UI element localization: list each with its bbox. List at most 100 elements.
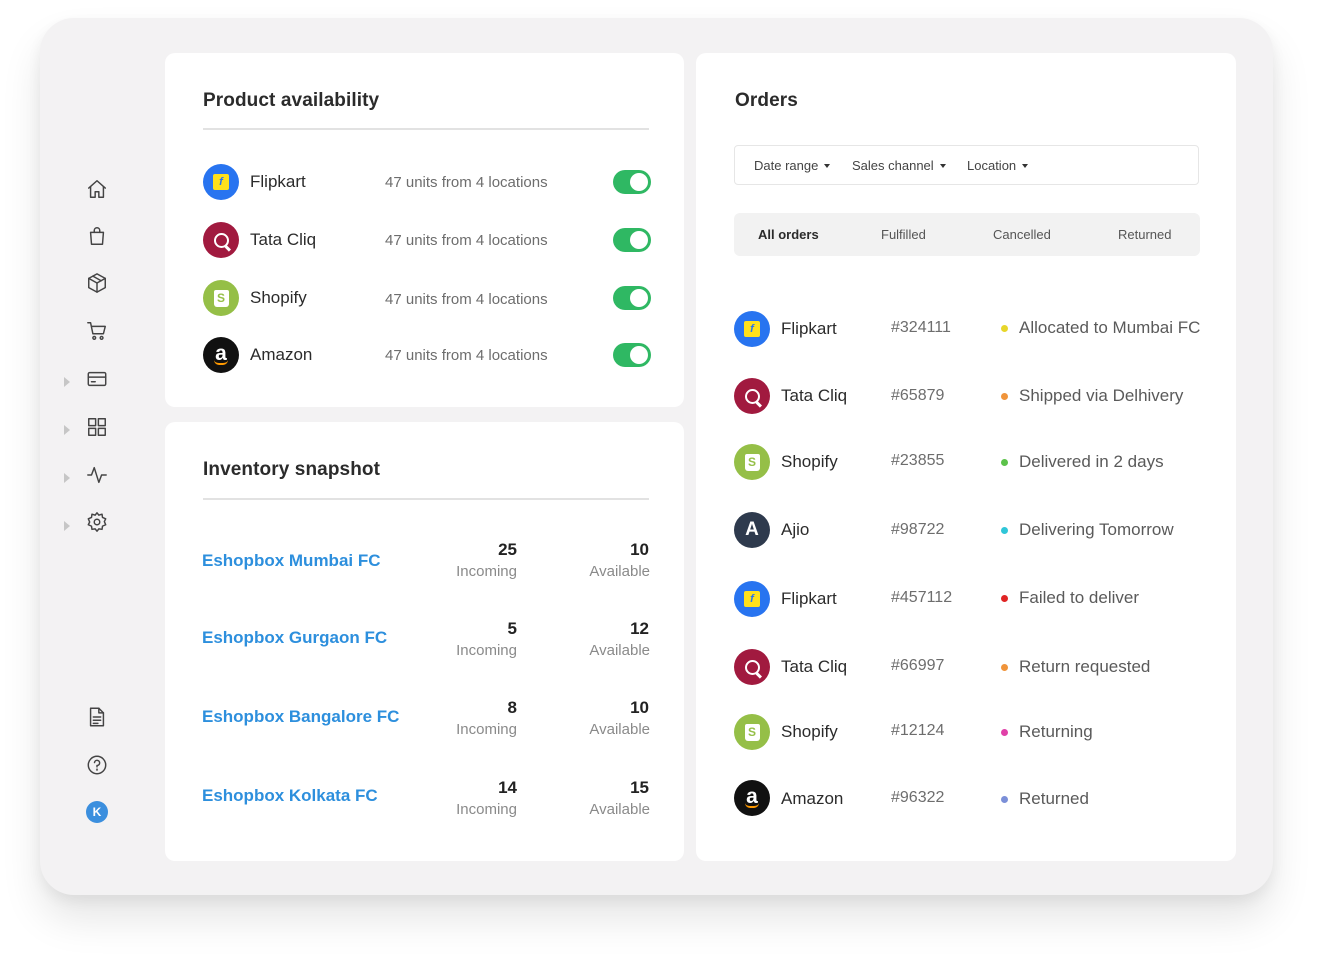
cart-icon[interactable] <box>84 318 110 344</box>
tab-cancelled[interactable]: Cancelled <box>993 227 1051 242</box>
status-dot <box>1001 663 1008 671</box>
order-id: #96322 <box>891 789 945 806</box>
tata-cliq-logo-icon <box>734 378 770 414</box>
flipkart-logo-icon: f <box>734 581 770 617</box>
location-link[interactable]: Eshopbox Kolkata FC <box>202 786 378 806</box>
available-count: 12 <box>630 619 649 638</box>
grid-icon[interactable] <box>84 414 110 440</box>
units-text: 47 units from 4 locations <box>385 232 548 249</box>
order-status: Allocated to Mumbai FC <box>1001 318 1200 338</box>
incoming-count: 8 <box>507 698 517 717</box>
channel-name: Tata Cliq <box>250 230 317 249</box>
document-icon[interactable] <box>84 704 110 730</box>
order-status: Returned <box>1001 789 1089 809</box>
divider <box>203 128 649 130</box>
available-label: Available <box>589 721 650 738</box>
order-status: Returning <box>1001 722 1093 742</box>
status-dot <box>1001 392 1008 400</box>
card-icon[interactable] <box>84 366 110 392</box>
orders-card: Orders Date range Sales channel Location… <box>696 53 1236 861</box>
card-title: Orders <box>735 90 798 111</box>
order-id: #457112 <box>891 589 953 606</box>
expand-caret-icon[interactable] <box>63 422 71 435</box>
card-title: Product availability <box>203 90 380 111</box>
tab-fulfilled[interactable]: Fulfilled <box>881 227 926 242</box>
status-text: Allocated to Mumbai FC <box>1019 318 1201 337</box>
home-icon[interactable] <box>84 176 110 202</box>
order-id: #65879 <box>891 387 945 404</box>
available-count: 15 <box>630 778 649 797</box>
gear-icon[interactable] <box>84 509 110 535</box>
units-text: 47 units from 4 locations <box>385 291 548 308</box>
box-icon[interactable] <box>84 270 110 296</box>
channel-name: Flipkart <box>781 319 837 338</box>
incoming-label: Incoming <box>456 801 517 818</box>
tab-all-orders[interactable]: All orders <box>758 227 819 242</box>
available-label: Available <box>589 642 650 659</box>
divider <box>203 498 649 500</box>
availability-toggle[interactable] <box>613 286 651 310</box>
order-id: #66997 <box>891 657 945 674</box>
status-dot <box>1001 526 1008 534</box>
expand-caret-icon[interactable] <box>63 518 71 531</box>
incoming-label: Incoming <box>456 721 517 738</box>
sidebar: K <box>40 18 160 895</box>
available-label: Available <box>589 563 650 580</box>
channel-name: Shopify <box>250 288 307 307</box>
incoming-count: 25 <box>498 540 517 559</box>
channel-name: Ajio <box>781 520 810 539</box>
ajio-logo-icon: A <box>734 512 770 548</box>
location-link[interactable]: Eshopbox Bangalore FC <box>202 707 399 727</box>
date-range-filter[interactable]: Date range <box>754 158 831 173</box>
activity-icon[interactable] <box>84 462 110 488</box>
availability-toggle[interactable] <box>613 228 651 252</box>
shopify-logo-icon: S <box>203 280 239 316</box>
filter-label: Location <box>967 158 1017 173</box>
channel-name: Amazon <box>250 345 313 364</box>
availability-toggle[interactable] <box>613 343 651 367</box>
channel-name: Flipkart <box>781 589 837 608</box>
status-dot <box>1001 458 1008 466</box>
status-text: Returned <box>1019 789 1089 808</box>
order-id: #324111 <box>891 319 951 336</box>
avatar[interactable]: K <box>86 801 108 823</box>
channel-name: Shopify <box>781 722 838 741</box>
incoming-label: Incoming <box>456 563 517 580</box>
location-link[interactable]: Eshopbox Mumbai FC <box>202 551 381 571</box>
status-text: Shipped via Delhivery <box>1019 386 1184 405</box>
expand-caret-icon[interactable] <box>63 374 71 387</box>
status-dot <box>1001 728 1008 736</box>
product-availability-card: Product availability f Flipkart 47 units… <box>165 53 684 407</box>
status-text: Returning <box>1019 722 1093 741</box>
tata-cliq-logo-icon <box>734 649 770 685</box>
availability-toggle[interactable] <box>613 170 651 194</box>
order-status: Shipped via Delhivery <box>1001 386 1183 406</box>
expand-caret-icon[interactable] <box>63 470 71 483</box>
tab-returned[interactable]: Returned <box>1118 227 1171 242</box>
flipkart-logo-icon: f <box>734 311 770 347</box>
chevron-down-icon <box>824 163 831 168</box>
available-count: 10 <box>630 540 649 559</box>
status-text: Delivered in 2 days <box>1019 452 1164 471</box>
incoming-count: 14 <box>498 778 517 797</box>
chevron-down-icon <box>1022 163 1029 168</box>
status-dot <box>1001 324 1008 332</box>
order-id: #23855 <box>891 452 945 469</box>
tata-cliq-logo-icon <box>203 222 239 258</box>
amazon-logo-icon: a <box>203 337 239 373</box>
order-status: Delivered in 2 days <box>1001 452 1164 472</box>
order-status: Delivering Tomorrow <box>1001 520 1174 540</box>
order-tabs: All orders Fulfilled Cancelled Returned <box>734 213 1200 256</box>
channel-name: Tata Cliq <box>781 657 848 676</box>
location-filter[interactable]: Location <box>967 158 1029 173</box>
filter-bar: Date range Sales channel Location <box>734 145 1199 185</box>
flipkart-logo-icon: f <box>203 164 239 200</box>
card-title: Inventory snapshot <box>203 459 381 480</box>
location-link[interactable]: Eshopbox Gurgaon FC <box>202 628 387 648</box>
sales-channel-filter[interactable]: Sales channel <box>852 158 946 173</box>
incoming-label: Incoming <box>456 642 517 659</box>
help-icon[interactable] <box>84 752 110 778</box>
amazon-logo-icon: a <box>734 780 770 816</box>
bag-icon[interactable] <box>84 223 110 249</box>
channel-name: Amazon <box>781 789 844 808</box>
